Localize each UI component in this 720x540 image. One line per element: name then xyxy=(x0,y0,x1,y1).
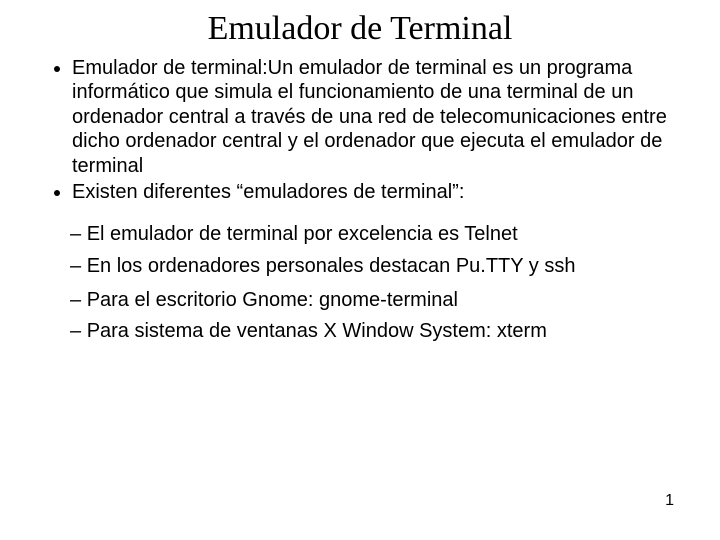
slide: Emulador de Terminal Emulador de termina… xyxy=(0,0,720,540)
sub-bullet-item: El emulador de terminal por excelencia e… xyxy=(70,218,680,250)
bullet-item: Emulador de terminal:Un emulador de term… xyxy=(72,56,680,178)
sub-bullet-item: En los ordenadores personales destacan P… xyxy=(70,250,680,282)
bullet-item: Existen diferentes “emuladores de termin… xyxy=(72,180,680,204)
sub-bullet-item: Para sistema de ventanas X Window System… xyxy=(70,319,680,344)
slide-title: Emulador de Terminal xyxy=(40,10,680,48)
bullet-list: Emulador de terminal:Un emulador de term… xyxy=(40,56,680,204)
sub-bullet-item: Para el escritorio Gnome: gnome-terminal xyxy=(70,288,680,313)
sub-bullet-list: El emulador de terminal por excelencia e… xyxy=(40,218,680,344)
page-number: 1 xyxy=(665,492,674,510)
